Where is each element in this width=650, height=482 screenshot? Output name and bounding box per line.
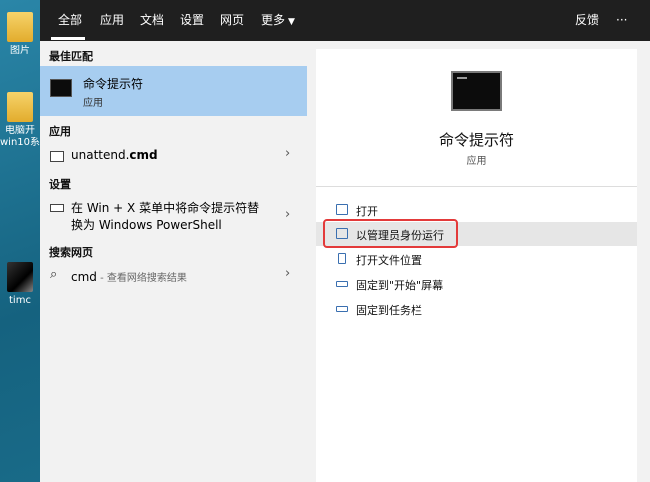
- desktop-icon-label: 电脑开: [5, 125, 35, 136]
- tab-all-label: 全部: [58, 13, 83, 27]
- open-icon: [336, 204, 348, 215]
- app-result-row[interactable]: unattend.cmd ›: [40, 143, 307, 169]
- tab-all[interactable]: 全部: [58, 0, 82, 41]
- feedback-label: 反馈: [575, 13, 600, 27]
- app-result-match: cmd: [129, 148, 158, 162]
- tab-web[interactable]: 网页: [220, 0, 244, 41]
- tab-more[interactable]: 更多 ▼: [261, 0, 295, 41]
- pin-icon: [336, 281, 348, 287]
- chevron-down-icon: ▼: [288, 17, 295, 27]
- tab-apps-label: 应用: [100, 13, 125, 27]
- annotation-highlight-box: [323, 219, 458, 248]
- best-match-header: 最佳匹配: [49, 50, 93, 63]
- desktop-icon-label: win10系: [0, 137, 40, 148]
- chevron-right-icon[interactable]: ›: [285, 207, 290, 222]
- pin-to-taskbar-action[interactable]: 固定到任务栏: [316, 297, 637, 321]
- preview-pane: 命令提示符 应用 打开 以管理员身份运行 打开文件位置 固定到"开始"屏幕 固定…: [316, 49, 637, 482]
- tab-apps[interactable]: 应用: [100, 0, 124, 41]
- web-result-row[interactable]: ⌕ cmd - 查看网络搜索结果 ›: [40, 263, 307, 289]
- pin-icon: [336, 306, 348, 312]
- open-action-label: 打开: [356, 205, 378, 218]
- preview-title: 命令提示符: [438, 131, 514, 149]
- tab-settings-label: 设置: [180, 13, 205, 27]
- divider: [316, 186, 637, 187]
- app-result-label: unattend.cmd: [71, 148, 158, 162]
- command-prompt-icon: [451, 71, 502, 111]
- settings-header: 设置: [49, 178, 71, 191]
- web-result-query: cmd: [71, 270, 97, 284]
- file-location-icon: [338, 253, 346, 264]
- open-file-location-label: 打开文件位置: [356, 254, 422, 267]
- desktop-icon-image[interactable]: timc: [0, 262, 40, 307]
- pin-to-taskbar-label: 固定到任务栏: [356, 304, 422, 317]
- start-search-menu: 全部 应用 文档 设置 网页 更多 ▼ 反馈 ··· 最佳匹配 命令提示符 应用 …: [40, 0, 650, 482]
- best-match-result[interactable]: 命令提示符 应用: [40, 66, 307, 116]
- file-icon: [50, 151, 64, 162]
- best-match-subtitle: 应用: [83, 98, 103, 109]
- tab-settings[interactable]: 设置: [180, 0, 204, 41]
- desktop-icon-label: 图片: [10, 45, 30, 56]
- web-result-subtext: - 查看网络搜索结果: [96, 273, 187, 284]
- desktop-icon-label: timc: [9, 295, 31, 306]
- search-tab-bar: 全部 应用 文档 设置 网页 更多 ▼ 反馈 ···: [40, 0, 650, 41]
- folder-icon: [7, 92, 33, 122]
- tab-documents[interactable]: 文档: [140, 0, 164, 41]
- best-match-title: 命令提示符: [83, 77, 144, 91]
- app-result-prefix: unattend.: [71, 148, 130, 162]
- command-prompt-icon: [50, 79, 72, 97]
- preview-subtitle: 应用: [466, 156, 487, 167]
- web-result-label: cmd - 查看网络搜索结果: [71, 269, 187, 284]
- results-list: 最佳匹配 命令提示符 应用 应用 unattend.cmd › 设置 在 Win…: [40, 41, 307, 482]
- active-tab-indicator: [51, 37, 85, 40]
- pin-to-start-action[interactable]: 固定到"开始"屏幕: [316, 272, 637, 296]
- search-icon: ⌕: [50, 267, 58, 282]
- ellipsis-icon: ···: [616, 13, 628, 27]
- photo-icon: [7, 262, 33, 292]
- desktop-icon-shortcut[interactable]: 电脑开 win10系: [0, 92, 40, 149]
- apps-header: 应用: [49, 125, 71, 138]
- pin-to-start-label: 固定到"开始"屏幕: [356, 279, 444, 292]
- desktop-icon-pictures[interactable]: 图片: [0, 12, 40, 57]
- more-options-button[interactable]: ···: [616, 0, 627, 41]
- web-search-header: 搜索网页: [49, 246, 93, 259]
- tab-more-label: 更多: [261, 13, 286, 27]
- setting-result-row[interactable]: 在 Win + X 菜单中将命令提示符替 换为 Windows PowerShe…: [40, 196, 307, 236]
- tab-documents-label: 文档: [140, 13, 165, 27]
- setting-result-line2: 换为 Windows PowerShell: [71, 218, 222, 232]
- folder-icon: [7, 12, 33, 42]
- chevron-right-icon[interactable]: ›: [285, 266, 290, 281]
- monitor-icon: [50, 204, 64, 212]
- open-file-location-action[interactable]: 打开文件位置: [316, 247, 637, 271]
- chevron-right-icon[interactable]: ›: [285, 146, 290, 161]
- setting-result-line1: 在 Win + X 菜单中将命令提示符替: [71, 201, 260, 215]
- feedback-button[interactable]: 反馈: [575, 0, 599, 41]
- tab-web-label: 网页: [220, 13, 245, 27]
